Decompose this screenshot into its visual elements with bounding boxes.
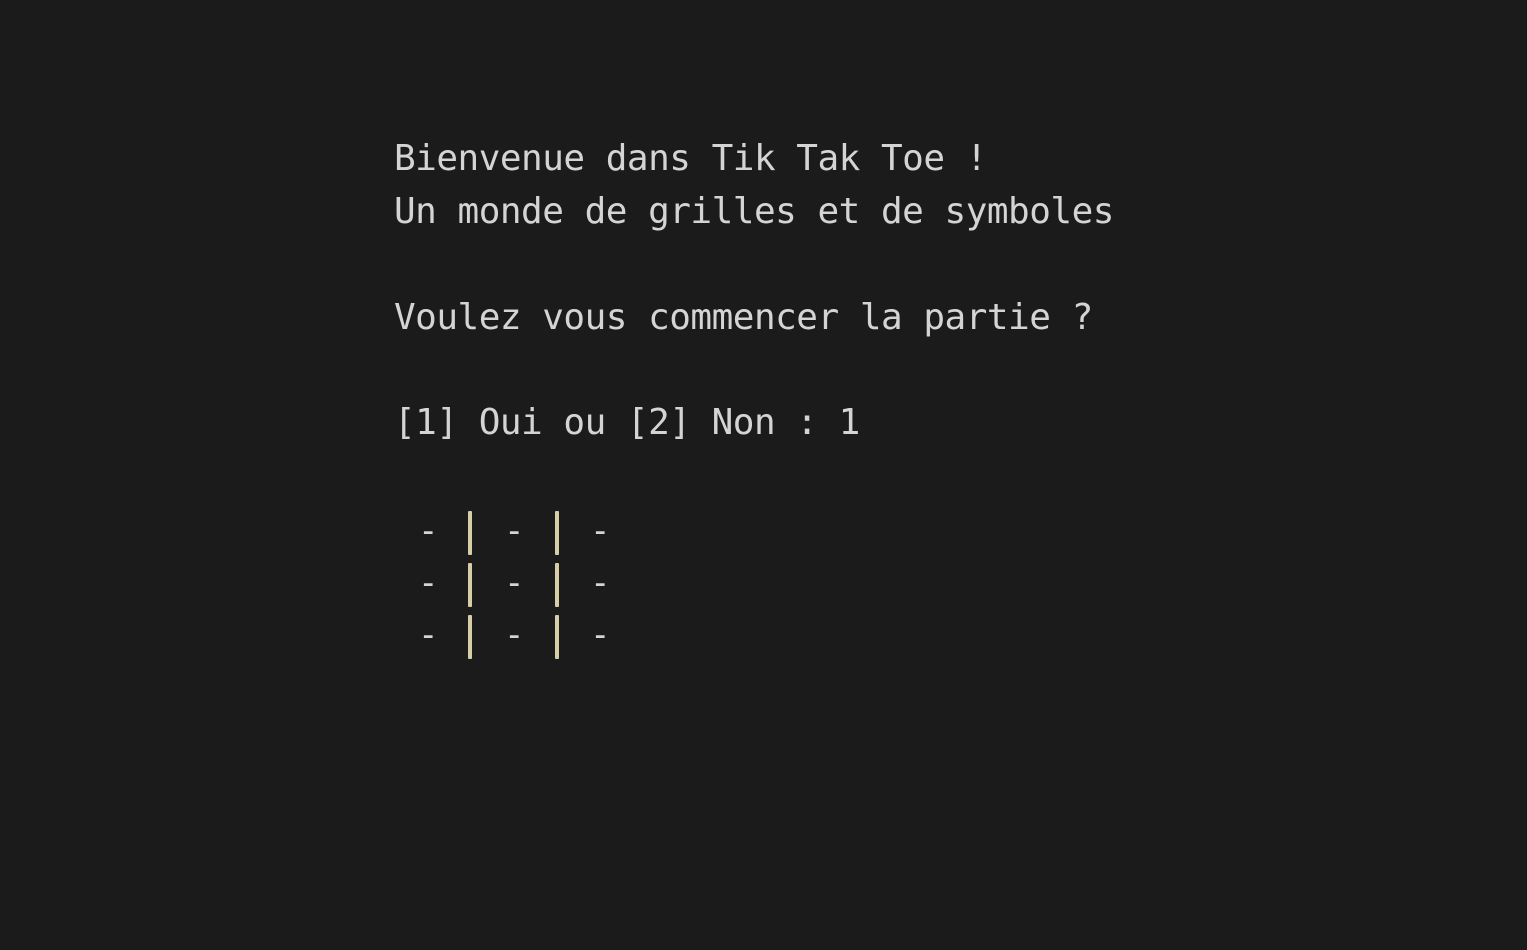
board-cell: - <box>504 615 524 655</box>
column-separator <box>555 511 559 555</box>
board-cell: - <box>590 563 610 603</box>
board-cell: - <box>504 563 524 603</box>
column-separator <box>555 615 559 659</box>
welcome-line: Bienvenue dans Tik Tak Toe ! <box>394 138 987 179</box>
board-cell: - <box>504 511 524 551</box>
column-separator <box>468 563 472 607</box>
tic-tac-toe-board: - - - - - - - - - <box>394 505 634 661</box>
board-row-3: - - - <box>394 609 634 661</box>
column-separator <box>468 511 472 555</box>
column-separator <box>555 563 559 607</box>
column-separator <box>468 615 472 659</box>
board-cell: - <box>590 615 610 655</box>
subtitle-line: Un monde de grilles et de symboles <box>394 191 1114 232</box>
board-cell: - <box>418 615 438 655</box>
terminal-window: Bienvenue dans Tik Tak Toe ! Un monde de… <box>0 0 1527 950</box>
board-row-2: - - - <box>394 557 634 609</box>
choice-prompt-line[interactable]: [1] Oui ou [2] Non : 1 <box>394 405 860 441</box>
board-row-1: - - - <box>394 505 634 557</box>
board-cell: - <box>590 511 610 551</box>
start-question-line: Voulez vous commencer la partie ? <box>394 297 1093 338</box>
board-cell: - <box>418 563 438 603</box>
board-cell: - <box>418 511 438 551</box>
